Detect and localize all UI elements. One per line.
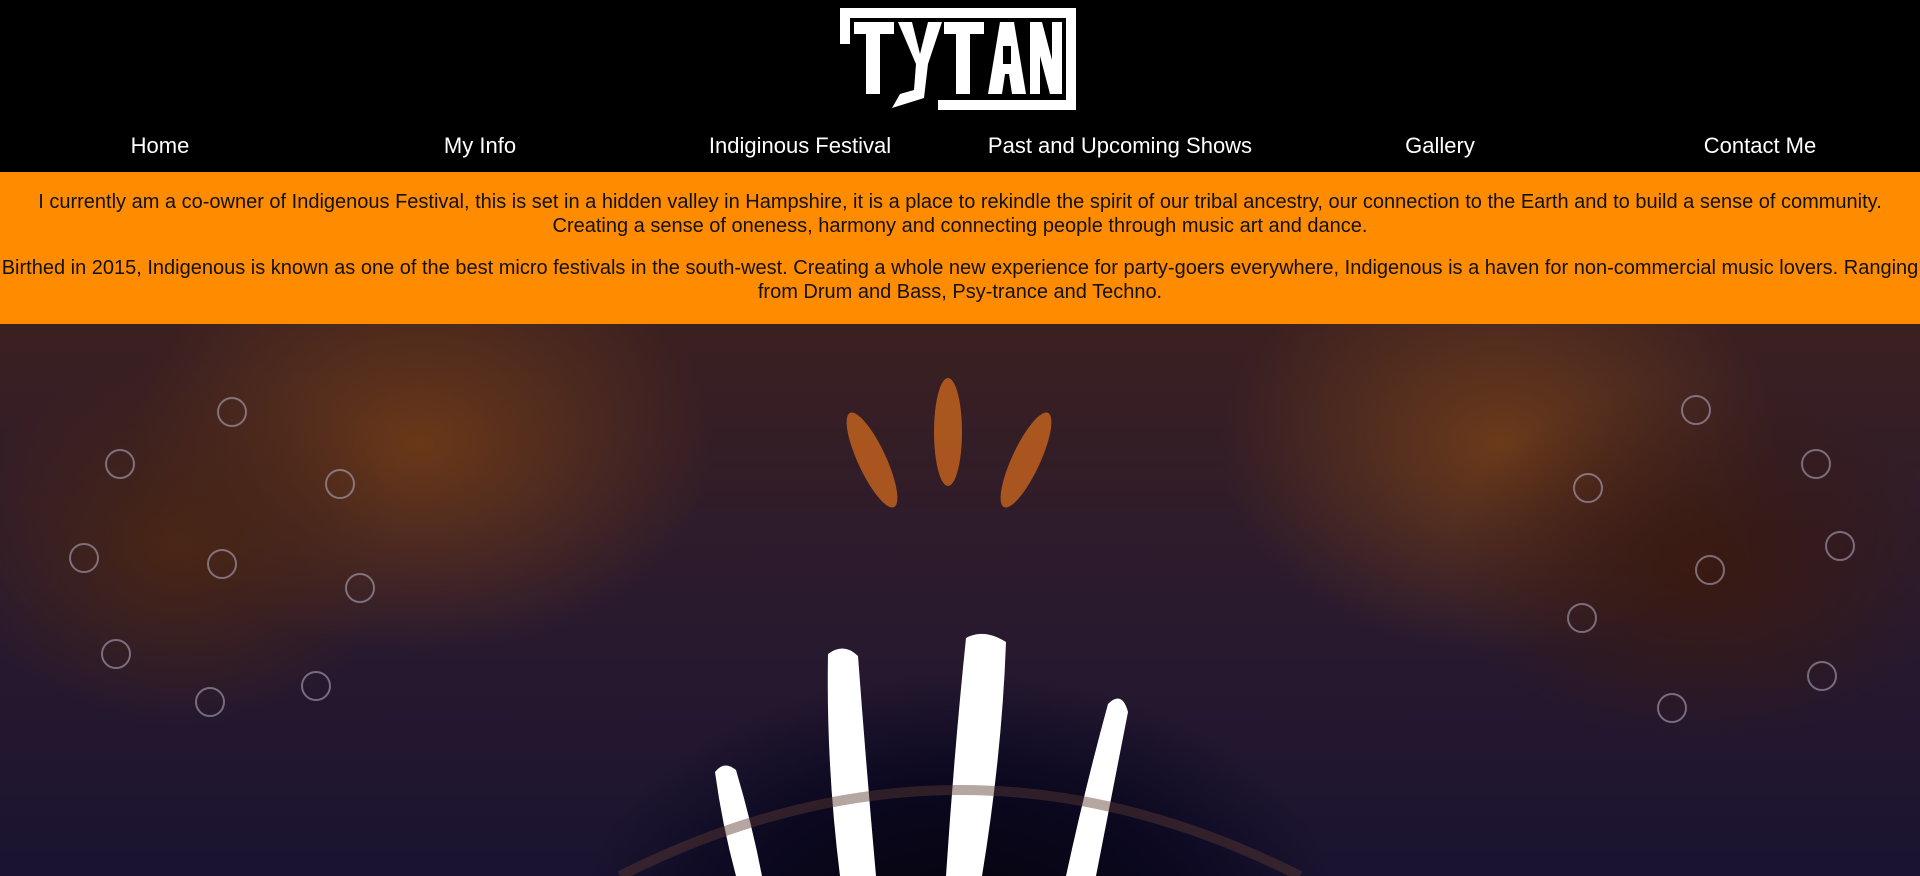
tytan-logo[interactable]: [840, 8, 1076, 110]
hand-artwork-icon: [69, 378, 1855, 876]
info-paragraph-1: I currently am a co-owner of Indigenous …: [38, 191, 1882, 237]
hero-hand-artwork-image: [0, 324, 1920, 876]
main-nav: Home My Info Indiginous Festival Past an…: [0, 126, 1920, 166]
nav-gallery[interactable]: Gallery: [1280, 126, 1600, 166]
page: Home My Info Indiginous Festival Past an…: [0, 0, 1920, 876]
nav-indiginous-festival[interactable]: Indiginous Festival: [640, 126, 960, 166]
nav-past-upcoming-shows[interactable]: Past and Upcoming Shows: [960, 126, 1280, 166]
nav-my-info[interactable]: My Info: [320, 126, 640, 166]
nav-home[interactable]: Home: [0, 126, 320, 166]
info-paragraph-2: Birthed in 2015, Indigenous is known as …: [1, 257, 1919, 303]
nav-contact-me[interactable]: Contact Me: [1600, 126, 1920, 166]
festival-info-section: I currently am a co-owner of Indigenous …: [0, 172, 1920, 324]
site-header: Home My Info Indiginous Festival Past an…: [0, 0, 1920, 172]
